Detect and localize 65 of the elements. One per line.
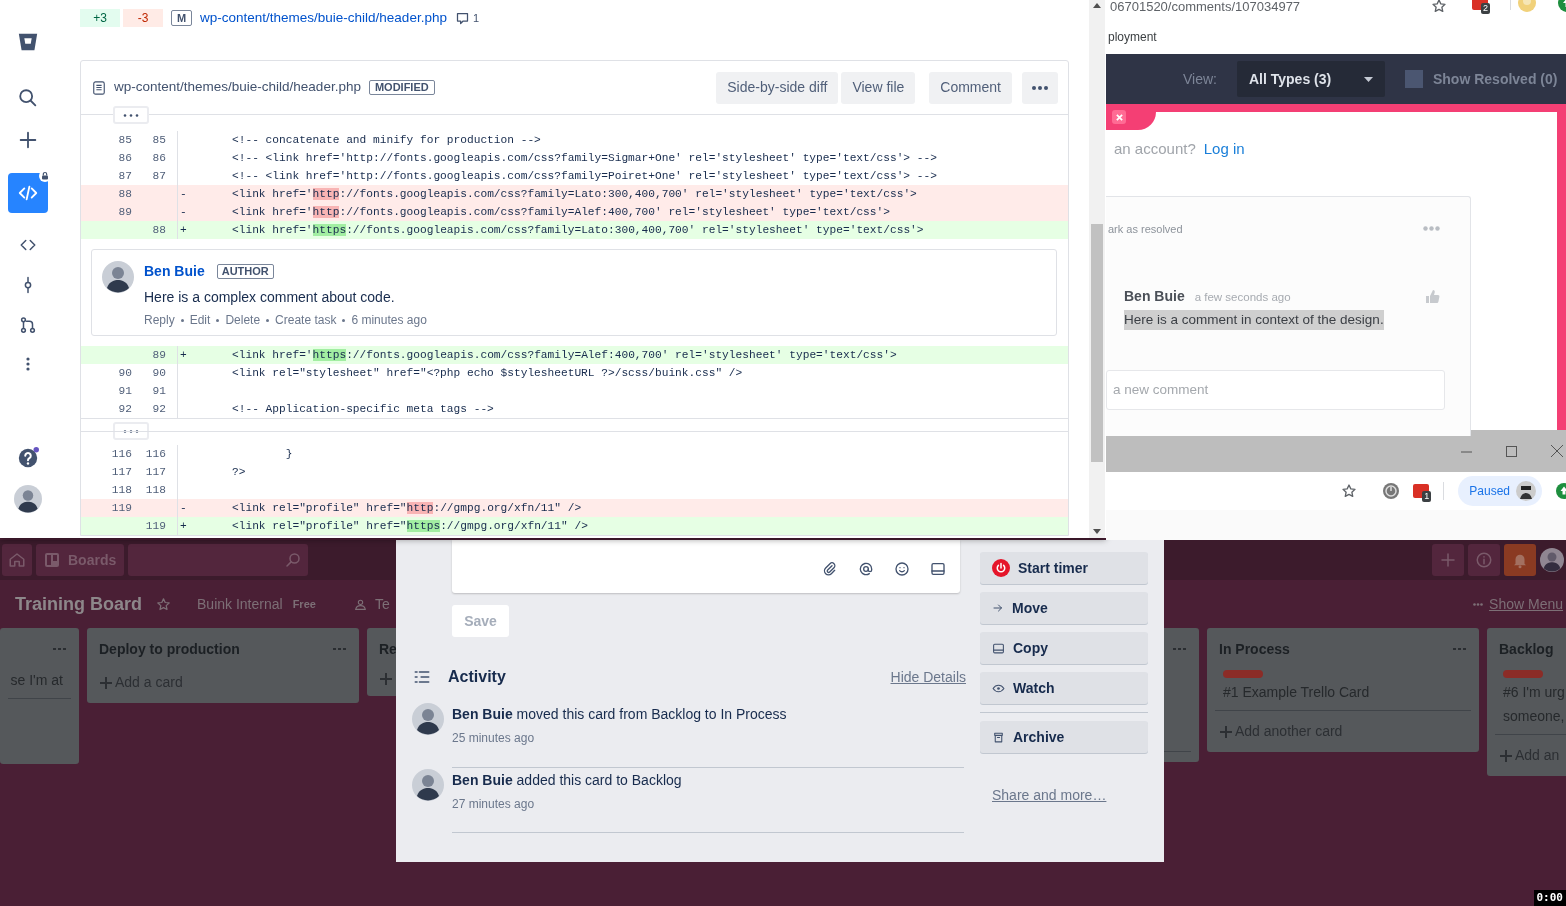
- code-line: <link href='https://fonts.googleapis.com/css?family=Lato:300,400,700' rel='stylesheet' type='text/css'>: [232, 222, 924, 238]
- account-prompt: an account?: [1114, 139, 1196, 159]
- comment-author: Ben Buie: [1124, 287, 1185, 306]
- status-badge: MODIFIED: [368, 80, 435, 95]
- code-line: <!-- Application-specific meta tags -->: [232, 401, 494, 417]
- line-number: 116: [111, 446, 132, 462]
- line-number: 116: [145, 446, 166, 462]
- line-number: 92: [152, 401, 166, 417]
- view-label: View:: [1183, 69, 1217, 89]
- line-number: 87: [152, 168, 166, 184]
- line-number: 91: [152, 383, 166, 399]
- line-number: 119: [111, 500, 132, 516]
- line-number: 118: [145, 482, 166, 498]
- code-line: <link rel="stylesheet" href="<?php echo $stylesheetURL ?>/scss/buink.css" />: [232, 365, 743, 381]
- added-count: +3: [80, 9, 120, 27]
- line-number: 119: [145, 518, 166, 534]
- code-line: <!-- <link href='http://fonts.googleapis.com/css?family=Poiret+One' rel='stylesheet' type='text/css'> -->: [232, 168, 937, 184]
- line-number: 92: [118, 401, 132, 417]
- line-number: 90: [118, 365, 132, 381]
- badge-count: 1: [1422, 491, 1432, 502]
- activity-text: Ben Buie moved this card from Backlog to In Process: [452, 705, 788, 724]
- line-number: 86: [152, 150, 166, 166]
- comment-time: a few seconds ago: [1194, 290, 1291, 305]
- code-line: <!-- concatenate and minify for production -->: [232, 132, 541, 148]
- line-number: 88: [118, 186, 132, 202]
- line-number: 118: [111, 482, 132, 498]
- section-heading: Activity: [448, 667, 506, 687]
- line-number: 86: [118, 150, 132, 166]
- badge-count: 2: [1481, 3, 1490, 14]
- code-line: <link rel="profile" href="http://gmpg.org/xfn/11" />: [232, 500, 582, 516]
- line-number: 89: [118, 204, 132, 220]
- comment-time: 6 minutes ago: [351, 312, 427, 329]
- line-number: 117: [111, 464, 132, 480]
- status-badge: M: [171, 10, 192, 26]
- activity-time: 25 minutes ago: [452, 730, 535, 747]
- line-number: 85: [118, 132, 132, 148]
- line-number: 88: [152, 222, 166, 238]
- line-number: 91: [118, 383, 132, 399]
- author-badge: AUTHOR: [216, 264, 274, 279]
- diff-sign: -: [180, 205, 187, 218]
- removed-count: -3: [123, 9, 163, 27]
- file-title: wp-content/themes/buie-child/header.php: [114, 78, 361, 97]
- code-line: <!-- <link href='http://fonts.googleapis.com/css?family=Sigmar+One' rel='stylesheet' type='text/css'> -->: [232, 150, 937, 166]
- line-number: 85: [152, 132, 166, 148]
- line-number: 117: [145, 464, 166, 480]
- diff-sign: +: [180, 519, 187, 532]
- activity-time: 27 minutes ago: [452, 796, 535, 813]
- comment-text: Here is a comment in context of the design.: [1124, 310, 1384, 331]
- diff-sign: -: [180, 501, 187, 514]
- diff-sign: +: [180, 223, 187, 236]
- code-line: }: [284, 446, 293, 462]
- line-number: 89: [152, 347, 166, 363]
- recording-timer: 0:00: [1533, 890, 1566, 906]
- line-number: 90: [152, 365, 166, 381]
- code-line: ?>: [232, 464, 246, 480]
- code-line: <link href='http://fonts.googleapis.com/css?family=Lato:300,400,700' rel='stylesheet' type='text/css'>: [232, 186, 917, 202]
- diff-sign: -: [180, 187, 187, 200]
- plan-label: Free: [292, 596, 316, 612]
- activity-text: Ben Buie added this card to Backlog: [452, 771, 683, 790]
- code-line: <link href='https://fonts.googleapis.com/css?family=Alef:400,700' rel='stylesheet' type='text/css'>: [232, 347, 897, 363]
- code-line: <link href='http://fonts.googleapis.com/css?family=Alef:400,700' rel='stylesheet' type='text/css'>: [232, 204, 890, 220]
- line-number: 87: [118, 168, 132, 184]
- diff-sign: +: [180, 348, 187, 361]
- comment-text: Here is a complex comment about code.: [144, 288, 396, 307]
- code-line: <link rel="profile" href="https://gmpg.org/xfn/11" />: [232, 518, 588, 534]
